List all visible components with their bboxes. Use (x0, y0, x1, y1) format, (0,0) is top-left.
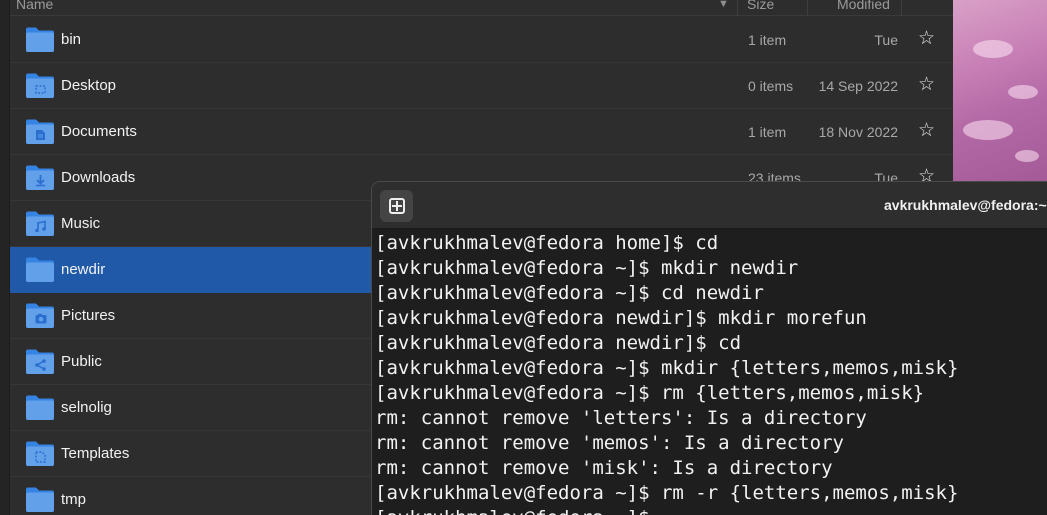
folder-desktop-icon (25, 72, 55, 100)
wallpaper-snow-patch (963, 120, 1013, 140)
folder-download-icon (25, 164, 55, 192)
file-name: tmp (61, 491, 87, 508)
terminal-line: [avkrukhmalev@fedora ~]$ mkdir {letters,… (375, 357, 959, 379)
file-row-desktop[interactable]: Desktop 0 items 14 Sep 2022 ☆ (10, 63, 953, 109)
column-header: Name ▼ Size Modified (10, 0, 953, 16)
star-icon[interactable]: ☆ (918, 29, 935, 48)
new-tab-icon (389, 198, 405, 214)
sidebar-edge (0, 0, 10, 515)
new-tab-button[interactable] (380, 190, 413, 222)
terminal-line: [avkrukhmalev@fedora ~]$ rm {letters,mem… (375, 382, 925, 404)
terminal-line: rm: cannot remove 'letters': Is a direct… (375, 407, 867, 429)
file-name: Desktop (61, 77, 117, 94)
column-separator (807, 0, 808, 16)
sort-descending-icon[interactable]: ▼ (718, 0, 729, 10)
file-name: bin (61, 31, 82, 48)
folder-publicshare-icon (25, 348, 55, 376)
wallpaper-snow-patch (1008, 85, 1038, 99)
terminal-line: rm: cannot remove 'memos': Is a director… (375, 432, 844, 454)
terminal-line: [avkrukhmalev@fedora ~]$ cd newdir (375, 282, 764, 304)
file-modified: Tue (874, 32, 898, 48)
wallpaper-snow-patch (973, 40, 1013, 58)
folder-documents-icon (25, 118, 55, 146)
file-name: Downloads (61, 169, 136, 186)
file-modified: 14 Sep 2022 (818, 78, 898, 94)
file-size: 0 items (748, 78, 794, 94)
file-name: Documents (61, 123, 137, 140)
terminal-line: [avkrukhmalev@fedora newdir]$ cd (375, 332, 742, 354)
wallpaper-snow-patch (1015, 150, 1039, 162)
file-name: Pictures (61, 307, 116, 324)
file-modified: 18 Nov 2022 (818, 124, 898, 140)
terminal-line: [avkrukhmalev@fedora ~]$ (375, 506, 1047, 515)
column-modified-header[interactable]: Modified (837, 0, 890, 12)
file-size: 1 item (748, 32, 787, 48)
terminal-window[interactable]: avkrukhmalev@fedora:~ [avkrukhmalev@fedo… (371, 181, 1047, 515)
column-separator (737, 0, 738, 16)
folder-icon (25, 256, 55, 284)
desktop-wallpaper (953, 0, 1047, 182)
file-row-documents[interactable]: Documents 1 item 18 Nov 2022 ☆ (10, 109, 953, 155)
star-icon[interactable]: ☆ (918, 75, 935, 94)
terminal-title: avkrukhmalev@fedora:~ (884, 197, 1047, 213)
folder-icon (25, 394, 55, 422)
terminal-output[interactable]: [avkrukhmalev@fedora home]$ cd [avkrukhma… (375, 231, 1047, 515)
star-icon[interactable]: ☆ (918, 121, 935, 140)
folder-pictures-icon (25, 302, 55, 330)
column-name-header[interactable]: Name (16, 0, 53, 12)
terminal-line: [avkrukhmalev@fedora newdir]$ mkdir more… (375, 307, 867, 329)
file-name: Public (61, 353, 102, 370)
file-size: 1 item (748, 124, 787, 140)
terminal-headerbar[interactable]: avkrukhmalev@fedora:~ (372, 182, 1047, 229)
terminal-line: [avkrukhmalev@fedora home]$ cd (375, 232, 719, 254)
file-name: Templates (61, 445, 130, 462)
folder-icon (25, 26, 55, 54)
file-name: selnolig (61, 399, 112, 416)
file-name: newdir (61, 261, 106, 278)
column-size-header[interactable]: Size (747, 0, 774, 12)
folder-music-icon (25, 210, 55, 238)
folder-templates-icon (25, 440, 55, 468)
column-separator (901, 0, 902, 16)
terminal-line: rm: cannot remove 'misk': Is a directory (375, 457, 833, 479)
file-name: Music (61, 215, 101, 232)
terminal-line: [avkrukhmalev@fedora ~]$ mkdir newdir (375, 257, 799, 279)
file-row-bin[interactable]: bin 1 item Tue ☆ (10, 17, 953, 63)
folder-icon (25, 486, 55, 514)
terminal-line: [avkrukhmalev@fedora ~]$ rm -r {letters,… (375, 482, 959, 504)
